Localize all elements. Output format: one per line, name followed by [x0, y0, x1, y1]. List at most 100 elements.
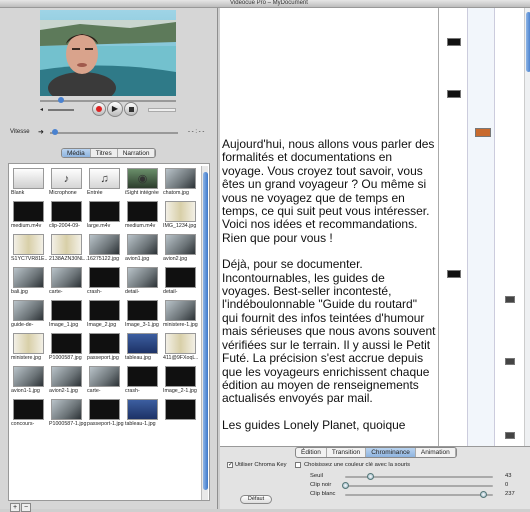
media-item[interactable]: Image_2-1.jpg: [163, 366, 199, 397]
media-item[interactable]: crash-: [125, 366, 161, 397]
slider-knob[interactable]: [479, 491, 487, 498]
media-item[interactable]: guide-de-: [11, 300, 47, 331]
timeline-scroll-thumb[interactable]: [526, 12, 530, 72]
media-item[interactable]: P1000587.jpg: [49, 333, 85, 364]
record-icon: [96, 106, 102, 112]
media-item[interactable]: [163, 399, 199, 430]
timeline-clip[interactable]: [475, 128, 491, 137]
media-item[interactable]: 16275122.jpg: [87, 234, 123, 265]
media-item[interactable]: ministere.jpg: [11, 333, 47, 364]
document-area[interactable]: Aujourd'hui, nous allons vous parler des…: [220, 8, 438, 446]
media-item[interactable]: avion1.jpg: [125, 234, 161, 265]
media-item[interactable]: detail-: [125, 267, 161, 298]
media-item-label: IMG_1234.jpg: [163, 223, 197, 229]
document-text[interactable]: Aujourd'hui, nous allons vous parler des…: [222, 137, 436, 445]
chroma-slider[interactable]: [342, 482, 493, 489]
timeline-clip[interactable]: [505, 358, 515, 365]
media-item[interactable]: concours-: [11, 399, 47, 430]
tab-media[interactable]: Média: [62, 149, 91, 157]
play-button[interactable]: ▶: [107, 101, 123, 117]
record-button[interactable]: [92, 102, 106, 116]
timeline-clip[interactable]: [505, 432, 515, 439]
media-item[interactable]: Image_1.jpg: [49, 300, 85, 331]
media-item-label: concours-: [11, 421, 35, 427]
media-item[interactable]: carte-: [87, 366, 123, 397]
chroma-slider[interactable]: [345, 473, 493, 480]
media-item[interactable]: Image_2.jpg: [87, 300, 123, 331]
stop-button[interactable]: [124, 102, 138, 116]
remove-media-button[interactable]: −: [21, 503, 31, 512]
tab-transition[interactable]: Transition: [327, 448, 367, 457]
scrub-knob[interactable]: [58, 97, 64, 103]
media-item[interactable]: carte-: [49, 267, 85, 298]
stop-icon: [128, 106, 134, 112]
media-item[interactable]: crash-: [87, 267, 123, 298]
media-item[interactable]: ◉ iSight intégrée: [125, 168, 161, 199]
media-scrollbar[interactable]: [201, 166, 208, 500]
media-item[interactable]: tableau.jpg: [125, 333, 161, 364]
chroma-slider[interactable]: [345, 491, 493, 498]
dark-thumbnail: [127, 300, 158, 321]
img-thumbnail: [89, 234, 120, 255]
timeline-scrollbar[interactable]: [524, 8, 530, 446]
tab-narration[interactable]: Narration: [118, 149, 156, 157]
media-item[interactable]: ministere-1.jpg: [163, 300, 199, 331]
media-item-label: ministere-1.jpg: [163, 322, 198, 328]
doc-thumbnail: [13, 333, 44, 354]
media-scroll-thumb[interactable]: [203, 172, 208, 490]
timeline-clip[interactable]: [447, 90, 461, 98]
speed-knob[interactable]: [52, 129, 58, 135]
media-item-label: Image_3-1.jpg: [125, 322, 159, 328]
media-item[interactable]: avion1-1.jpg: [11, 366, 47, 397]
paragraph-2[interactable]: Déjà, pour se documenter. Incontournable…: [222, 258, 436, 406]
slider-knob[interactable]: [366, 473, 374, 480]
media-item[interactable]: 411@9FXoqL..: [163, 333, 199, 364]
paragraph-3[interactable]: Les guides Lonely Planet, quoique: [222, 418, 436, 432]
media-item[interactable]: S1YC7VR81E..: [11, 234, 48, 265]
media-item[interactable]: bali.jpg: [11, 267, 47, 298]
volume-slider[interactable]: [48, 109, 74, 111]
media-item[interactable]: ♪ Microphone: [49, 168, 85, 199]
media-item-label: guide-de-: [11, 322, 34, 328]
timeline[interactable]: [438, 8, 530, 446]
dark-thumbnail: [89, 267, 120, 288]
timeline-clip[interactable]: [447, 38, 461, 46]
timeline-clip[interactable]: [505, 296, 515, 303]
media-item[interactable]: medium.m4v: [125, 201, 161, 232]
media-item[interactable]: ♫ Entrée: [87, 168, 123, 199]
default-button[interactable]: Défaut: [240, 495, 272, 504]
media-item[interactable]: avion2.jpg: [163, 234, 199, 265]
tab-edition[interactable]: Édition: [296, 448, 327, 457]
media-item[interactable]: medium.m4v: [11, 201, 47, 232]
media-item[interactable]: chatom.jpg: [163, 168, 199, 199]
blue-thumbnail: [127, 333, 158, 354]
media-item[interactable]: passeport.jpg: [87, 333, 123, 364]
doc-thumbnail: [165, 333, 196, 354]
add-media-button[interactable]: +: [10, 503, 20, 512]
timeline-clip[interactable]: [447, 270, 461, 278]
tab-chrominance[interactable]: Chrominance: [366, 448, 416, 457]
media-item-label: S1YC7VR81E..: [11, 256, 48, 262]
tab-titles[interactable]: Titres: [91, 149, 118, 157]
paragraph-1[interactable]: Aujourd'hui, nous allons vous parler des…: [222, 137, 436, 245]
media-item[interactable]: passeport-1.jpg: [87, 399, 124, 430]
pick-color-checkbox[interactable]: [295, 462, 301, 468]
media-item[interactable]: detail-: [163, 267, 199, 298]
slider-knob[interactable]: [342, 482, 349, 489]
media-item[interactable]: Image_3-1.jpg: [125, 300, 161, 331]
tab-animation[interactable]: Animation: [416, 448, 456, 457]
media-item[interactable]: IMG_1234.jpg: [163, 201, 199, 232]
speed-slider[interactable]: [50, 132, 178, 134]
media-item[interactable]: Blank: [11, 168, 47, 199]
media-item[interactable]: clip-2004-09-: [49, 201, 85, 232]
presenter-video-frame: [40, 10, 176, 96]
dark-thumbnail: [165, 366, 196, 387]
media-item-label: 2138AZN30NL..: [49, 256, 87, 262]
media-item[interactable]: avion2-1.jpg: [49, 366, 85, 397]
use-chroma-checkbox[interactable]: ✓: [227, 462, 233, 468]
media-item[interactable]: large.m4v: [87, 201, 123, 232]
media-item[interactable]: 2138AZN30NL..: [49, 234, 87, 265]
media-item[interactable]: P1000587-1.jpg: [49, 399, 86, 430]
media-item[interactable]: tableau-1.jpg: [125, 399, 161, 430]
isight-thumbnail: ◉: [127, 168, 158, 189]
